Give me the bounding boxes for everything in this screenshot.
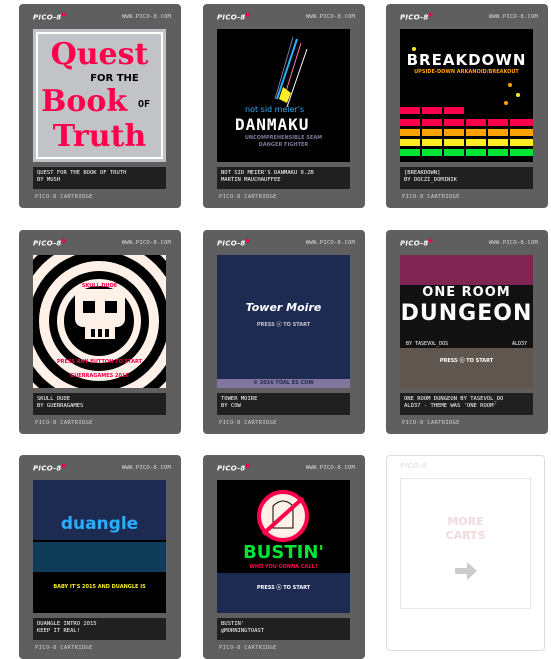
- cart-card[interactable]: PICO-8● WWW.PICO-8.COM duangle BABY IT'S…: [19, 455, 181, 659]
- cart-url: WWW.PICO-8.COM: [121, 240, 171, 246]
- cart-screen[interactable]: not sid meier's DANMAKU UNCOMPREHENSIBLE…: [217, 29, 350, 162]
- cart-url: WWW.PICO-8.COM: [305, 14, 355, 20]
- cart-url: WWW.PICO-8.COM: [121, 465, 171, 471]
- cart-footer: PICO-8 CARTRIDGE: [219, 420, 277, 426]
- cart-card[interactable]: PICO-8● WWW.PICO-8.COM Quest FOR THE Boo…: [19, 4, 181, 208]
- cart-url: WWW.PICO-8.COM: [121, 14, 171, 20]
- pico8-logo: PICO-8●: [33, 238, 67, 248]
- cart-card[interactable]: PICO-8● WWW.PICO-8.COM SKULL DUDE PRESS …: [19, 230, 181, 434]
- cart-label: [BREAKDOWN] BY DOCZI_DOMINIK: [400, 167, 533, 189]
- pico8-logo: PICO-8●: [217, 238, 251, 248]
- cart-screen[interactable]: BREAKDOWN UPSIDE-DOWN ARKANOID/BREAKOUT: [400, 29, 533, 162]
- cart-label: DUANGLE INTRO 2015 KEEP IT REAL!: [33, 618, 166, 640]
- cart-url: WWW.PICO-8.COM: [305, 240, 355, 246]
- cart-url: WWW.PICO-8.COM: [488, 240, 538, 246]
- cart-footer: PICO-8 CARTRIDGE: [219, 645, 277, 651]
- pico8-logo: PICO-8●: [33, 12, 67, 22]
- cart-card[interactable]: PICO-8● WWW.PICO-8.COM BUSTIN' WHO YOU G…: [203, 455, 365, 659]
- cart-footer: PICO-8 CARTRIDGE: [35, 420, 93, 426]
- cart-screen[interactable]: SKULL DUDE PRESS ANY BUTTON TO START GUE…: [33, 255, 166, 388]
- cart-card[interactable]: PICO-8● WWW.PICO-8.COM BREAKDOWN UPSIDE-…: [386, 4, 548, 208]
- pico8-logo: PICO-8: [400, 462, 427, 470]
- cart-footer: PICO-8 CARTRIDGE: [402, 194, 460, 200]
- arrow-right-icon: [455, 562, 477, 580]
- pico8-logo: PICO-8●: [400, 12, 434, 22]
- cart-label: ONE ROOM DUNGEON BY TASEVOL_DO ALD37 - T…: [400, 393, 533, 415]
- cart-footer: PICO-8 CARTRIDGE: [35, 645, 93, 651]
- pico8-logo: PICO-8●: [217, 12, 251, 22]
- cart-label: QUEST FOR THE BOOK OF TRUTH BY MUSH: [33, 167, 166, 189]
- cart-screen[interactable]: Tower Moire PRESS ⓧ TO START ® 2016 TOAL…: [217, 255, 350, 388]
- cart-screen[interactable]: duangle BABY IT'S 2015 AND DUANGLE IS: [33, 480, 166, 613]
- cart-label: BUSTIN' @MORNINGTOAST: [217, 618, 350, 640]
- cart-label: SKULL DUDE BY GUERRAGAMES: [33, 393, 166, 415]
- cart-label: NOT SID MEIER'S DANMAKU 0.2B MARTIN MAUC…: [217, 167, 350, 189]
- cart-card[interactable]: PICO-8● WWW.PICO-8.COM ONE ROOM DUNGEON …: [386, 230, 548, 434]
- cart-url: WWW.PICO-8.COM: [488, 14, 538, 20]
- cart-screen[interactable]: Quest FOR THE Book OF Truth: [33, 29, 166, 162]
- cart-screen[interactable]: ONE ROOM DUNGEON BY TASEVOL_DOS ALD37 PR…: [400, 255, 533, 388]
- cart-footer: PICO-8 CARTRIDGE: [219, 194, 277, 200]
- more-carts-button[interactable]: PICO-8 MORE CARTS: [386, 455, 545, 651]
- pico8-logo: PICO-8●: [400, 238, 434, 248]
- cart-card[interactable]: PICO-8● WWW.PICO-8.COM Tower Moire PRESS…: [203, 230, 365, 434]
- pico8-logo: PICO-8●: [217, 463, 251, 473]
- cart-url: WWW.PICO-8.COM: [305, 465, 355, 471]
- cart-card[interactable]: PICO-8● WWW.PICO-8.COM not sid meier's D…: [203, 4, 365, 208]
- cart-footer: PICO-8 CARTRIDGE: [35, 194, 93, 200]
- pico8-logo: PICO-8●: [33, 463, 67, 473]
- cart-footer: PICO-8 CARTRIDGE: [402, 420, 460, 426]
- cart-label: TOWER MOIRE BY COW: [217, 393, 350, 415]
- cart-screen[interactable]: BUSTIN' WHO YOU GONNA CALL? PRESS ⓧ TO S…: [217, 480, 350, 613]
